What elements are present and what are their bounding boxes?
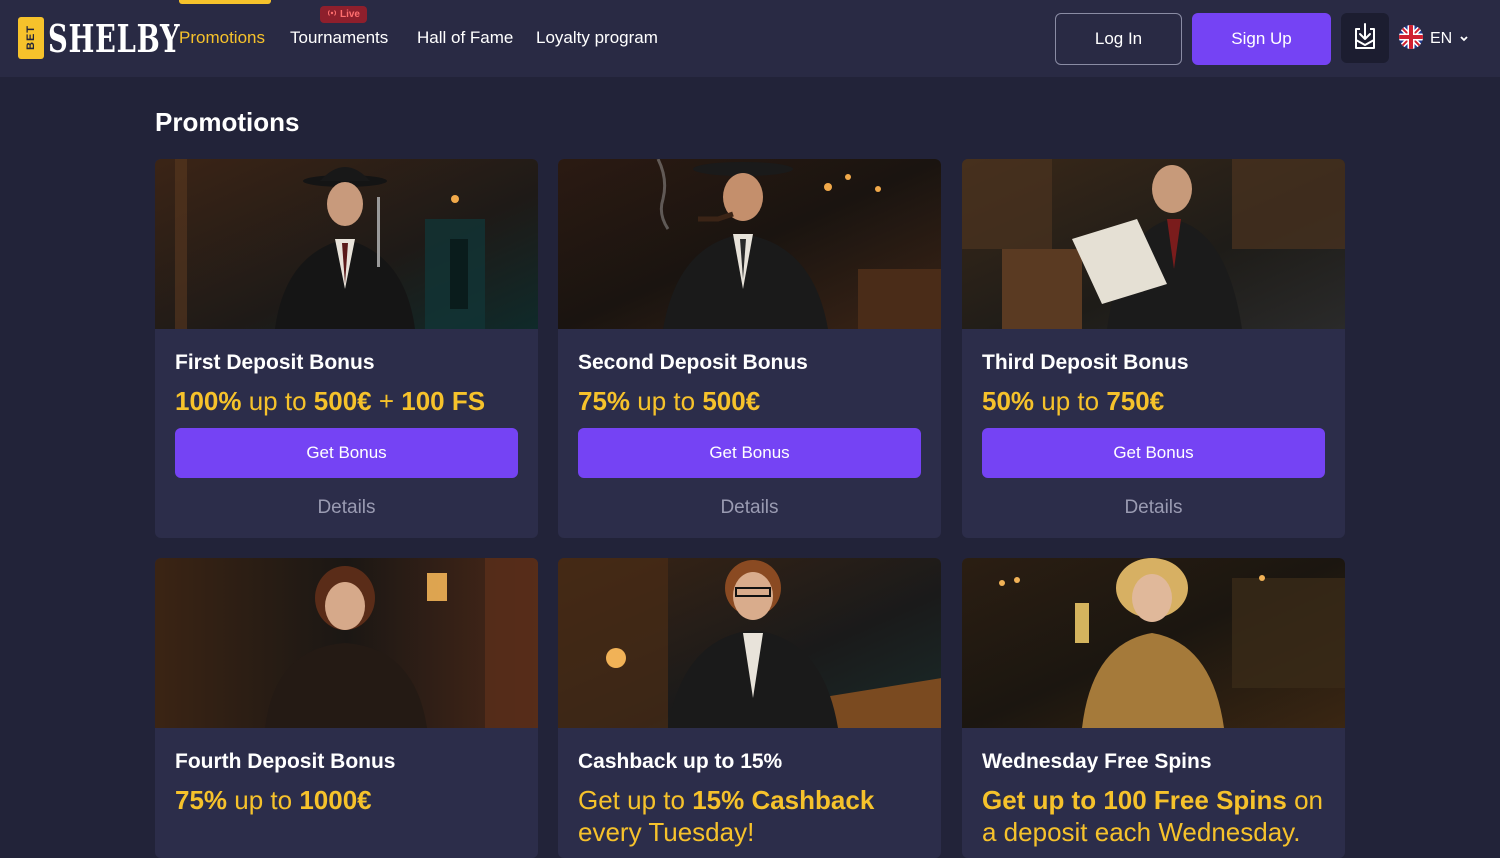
site-header: BET SHELBY Promotions Live Tournaments H… <box>0 0 1500 77</box>
promo-title: Wednesday Free Spins <box>982 750 1212 773</box>
promo-offer: Get up to 15% Cashback every Tuesday! <box>578 784 921 848</box>
logo-wordmark: SHELBY <box>48 15 181 61</box>
signup-button[interactable]: Sign Up <box>1192 13 1331 65</box>
promo-card-wednesday-free-spins: Wednesday Free Spins Get up to 100 Free … <box>962 558 1345 858</box>
promo-offer-segment: 1000€ <box>299 785 372 815</box>
promo-title: Third Deposit Bonus <box>982 351 1189 374</box>
promo-offer-segment: 75% <box>175 785 228 815</box>
promo-title: Second Deposit Bonus <box>578 351 808 374</box>
get-bonus-button[interactable]: Get Bonus <box>175 428 518 478</box>
promo-offer-segment: up to <box>630 386 703 416</box>
promo-image <box>155 558 538 728</box>
promo-offer-segment: Get up to <box>578 785 693 815</box>
promo-offer-segment: up to <box>1034 386 1107 416</box>
get-bonus-button[interactable]: Get Bonus <box>578 428 921 478</box>
promo-card-fourth-deposit: Fourth Deposit Bonus 75% up to 1000€ <box>155 558 538 858</box>
promo-image <box>558 159 941 329</box>
promo-offer: 50% up to 750€ <box>982 385 1325 417</box>
site-logo[interactable]: BET SHELBY <box>18 16 179 61</box>
live-badge: Live <box>320 6 367 23</box>
download-icon <box>1351 21 1379 56</box>
promo-title: First Deposit Bonus <box>175 351 375 374</box>
promo-offer-segment: every Tuesday! <box>578 817 755 847</box>
promo-offer-segment: 50% <box>982 386 1035 416</box>
nav-item-tournaments[interactable]: Tournaments <box>290 28 388 48</box>
promo-offer: 100% up to 500€ + 100 FS <box>175 385 518 417</box>
promo-card-second-deposit: Second Deposit Bonus 75% up to 500€ Get … <box>558 159 941 538</box>
promo-offer-segment: up to <box>241 386 314 416</box>
promo-offer: 75% up to 1000€ <box>175 784 518 816</box>
language-label: EN <box>1430 30 1453 47</box>
promo-offer-segment: Get up to 100 Free Spins <box>982 785 1287 815</box>
promo-image <box>155 159 538 329</box>
promo-offer-segment: 75% <box>578 386 631 416</box>
promo-offer-segment: 500€ <box>702 386 761 416</box>
language-selector[interactable]: EN <box>1399 24 1469 54</box>
promo-offer-segment: 500€ <box>313 386 372 416</box>
promo-offer: Get up to 100 Free Spins on a deposit ea… <box>982 784 1325 848</box>
page-title: Promotions <box>155 107 300 137</box>
promo-offer: 75% up to 500€ <box>578 385 921 417</box>
promo-image <box>962 558 1345 728</box>
promo-image <box>962 159 1345 329</box>
promo-offer-segment: up to <box>227 785 300 815</box>
promo-offer-segment: + <box>371 386 402 416</box>
details-link[interactable]: Details <box>982 497 1325 519</box>
logo-bet-mark: BET <box>18 17 44 59</box>
promo-offer-segment: 750€ <box>1106 386 1165 416</box>
promo-image <box>558 558 941 728</box>
nav-item-promotions[interactable]: Promotions <box>179 28 265 48</box>
details-link[interactable]: Details <box>175 497 518 519</box>
promo-card-third-deposit: Third Deposit Bonus 50% up to 750€ Get B… <box>962 159 1345 538</box>
details-link[interactable]: Details <box>578 497 921 519</box>
promo-title: Fourth Deposit Bonus <box>175 750 396 773</box>
login-button[interactable]: Log In <box>1055 13 1182 65</box>
uk-flag-icon <box>1399 24 1423 54</box>
live-badge-label: Live <box>339 9 360 20</box>
promo-title: Cashback up to 15% <box>578 750 783 773</box>
active-nav-indicator <box>179 0 271 4</box>
promo-offer-segment: 100% <box>175 386 242 416</box>
promo-card-first-deposit: First Deposit Bonus 100% up to 500€ + 10… <box>155 159 538 538</box>
nav-item-hall-of-fame[interactable]: Hall of Fame <box>417 28 513 48</box>
broadcast-icon <box>327 9 337 20</box>
promo-offer-segment: 15% Cashback <box>692 785 875 815</box>
nav-item-loyalty-program[interactable]: Loyalty program <box>536 28 658 48</box>
get-bonus-button[interactable]: Get Bonus <box>982 428 1325 478</box>
promo-offer-segment: 100 FS <box>401 386 486 416</box>
download-app-button[interactable] <box>1341 13 1389 63</box>
promo-card-cashback: Cashback up to 15% Get up to 15% Cashbac… <box>558 558 941 858</box>
chevron-down-icon <box>1459 30 1469 48</box>
